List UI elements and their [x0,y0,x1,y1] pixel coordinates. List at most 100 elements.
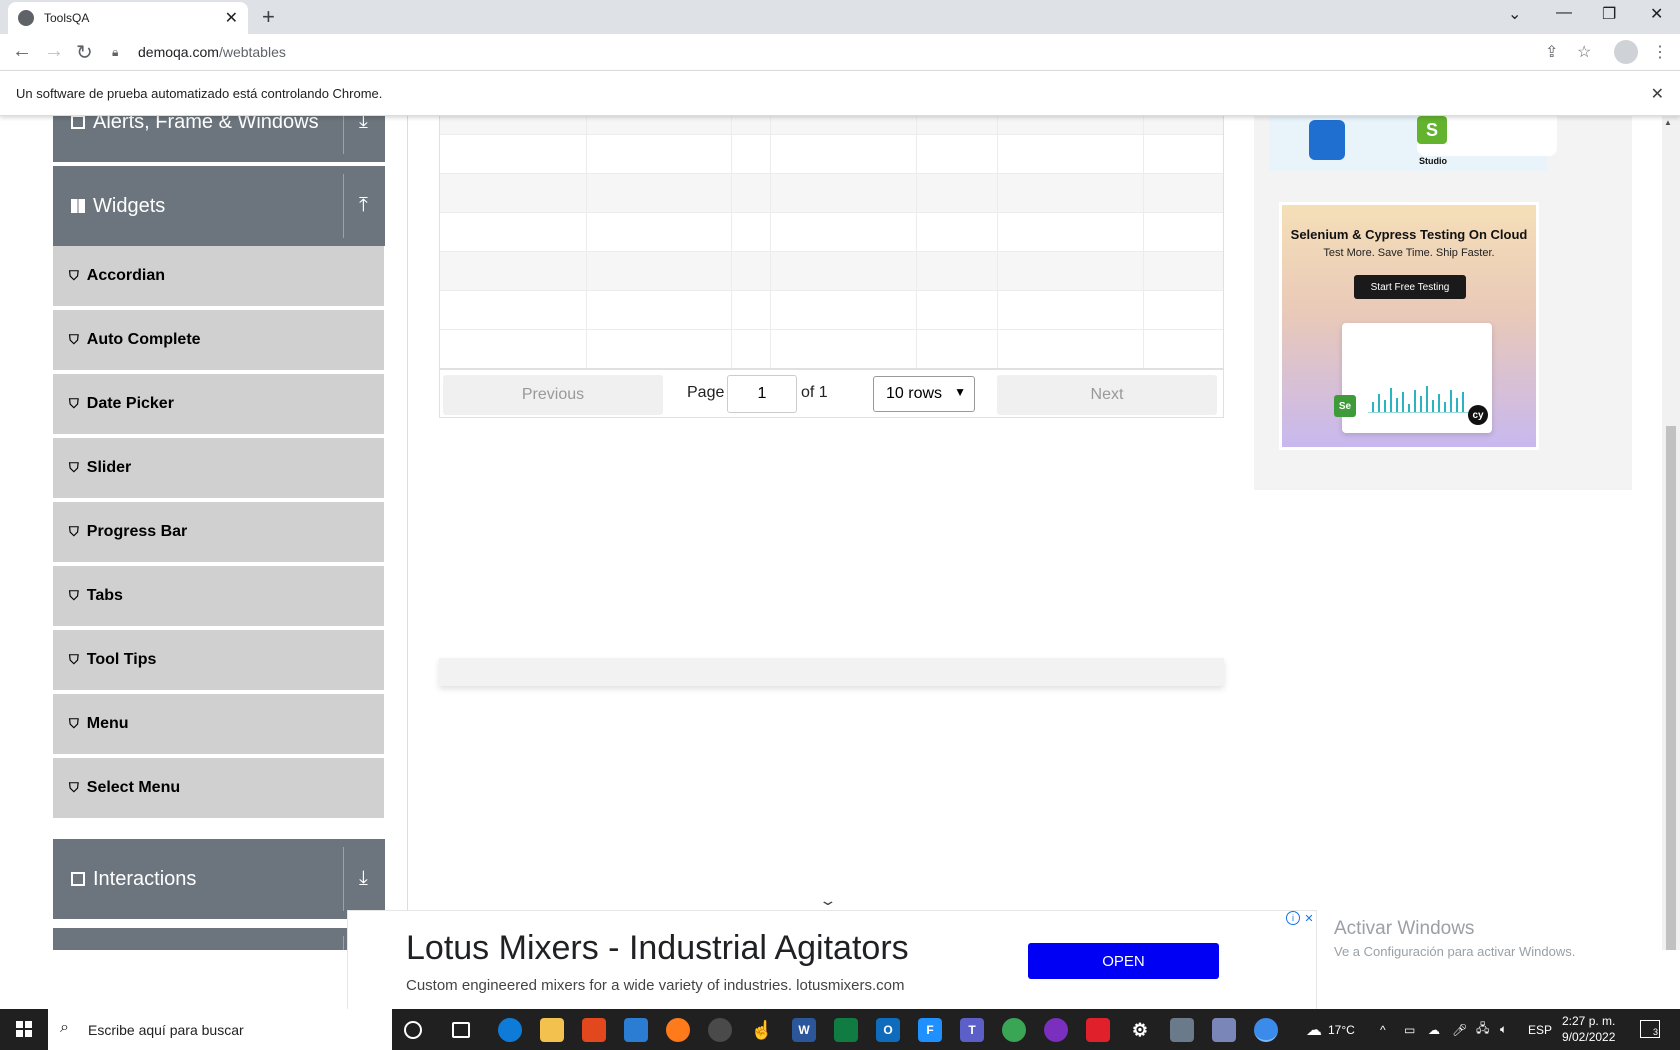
html5-icon: ⛉ [69,460,79,475]
page-total-label: of 1 [801,384,828,401]
cypress-logo: cy [1468,405,1488,425]
ad-open-button[interactable]: OPEN [1028,943,1219,979]
sidebar-item-progress-bar[interactable]: ⛉ Progress Bar [53,502,384,564]
profile-avatar[interactable] [1614,40,1638,64]
automation-infobar: Un software de prueba automatizado está … [0,70,1680,116]
forward-icon[interactable]: → [44,40,64,63]
sidebar-item-tabs[interactable]: ⛉ Tabs [53,566,384,628]
robot-illustration-icon [1309,120,1345,160]
group-label: Interactions [93,867,197,890]
chrome-canary-icon[interactable] [708,1018,732,1042]
weather-widget[interactable]: ☁ 17°C [1306,1009,1355,1050]
group-divider [343,174,344,238]
html5-icon: ⛉ [69,652,79,667]
sidebar-item-slider[interactable]: ⛉ Slider [53,438,384,500]
studio-ad-banner[interactable]: S Studio [1269,116,1557,171]
tray-expand-icon[interactable]: ^ [1380,1009,1386,1050]
cortana-icon[interactable] [404,1021,422,1039]
tab-close-icon[interactable]: ✕ [225,8,238,28]
infobar-close-icon[interactable]: ✕ [1651,84,1664,104]
language-indicator[interactable]: ESP [1528,1009,1552,1050]
office-icon[interactable] [582,1018,606,1042]
group-interactions[interactable]: Interactions ⤓ [53,839,385,919]
window-icon [71,116,85,129]
notifications-icon[interactable]: 3 [1640,1020,1660,1038]
previous-button[interactable]: Previous [443,375,663,415]
browser-tab[interactable]: ToolsQA ✕ [8,2,248,34]
task-view-icon[interactable] [452,1022,470,1038]
back-icon[interactable]: ← [12,40,32,63]
window-close-icon[interactable]: ✕ [1650,4,1663,24]
new-tab-icon[interactable]: + [262,4,275,30]
sidebar-item-select-menu[interactable]: ⛉ Select Menu [53,758,384,820]
taskbar-search[interactable]: ⌕ Escribe aquí para buscar [48,1009,392,1050]
network-icon[interactable]: 🖧 [1476,1009,1489,1050]
tray-usb-icon[interactable]: ▭ [1404,1009,1415,1050]
minimize-icon[interactable]: — [1556,4,1572,22]
ad-headline: Lotus Mixers - Industrial Agitators [406,929,909,967]
store-icon[interactable] [624,1018,648,1042]
weather-temp: 17°C [1328,1022,1355,1037]
start-free-testing-button[interactable]: Start Free Testing [1354,275,1466,299]
clock-date: 9/02/2022 [1562,1030,1616,1044]
automation-notice: Un software de prueba automatizado está … [16,85,383,101]
tab-search-icon[interactable]: ⌄ [1508,4,1521,24]
hand-cursor-icon[interactable]: ☝ [750,1018,774,1042]
group-divider [343,847,344,911]
taskbar-clock[interactable]: 2:27 p. m. 9/02/2022 [1562,1013,1615,1045]
content-divider [407,116,408,950]
teams-icon[interactable]: T [960,1018,984,1042]
bottom-ad-banner[interactable]: Lotus Mixers - Industrial Agitators Cust… [347,910,1317,1010]
sidebar-item-label: Menu [86,715,129,732]
microphone-icon[interactable]: 🎤︎ [1452,1009,1467,1050]
app-tray-icon[interactable] [1212,1018,1236,1042]
outlook-icon[interactable]: O [876,1018,900,1042]
ad-info-icon[interactable]: i [1286,911,1300,925]
upload-arrow-icon[interactable]: ⤒ [359,194,368,217]
volume-icon[interactable]: 🔈︎ [1500,1009,1507,1050]
media-icon[interactable] [834,1018,858,1042]
group-alerts-frame-windows[interactable]: Alerts, Frame & Windows ⤓ [53,116,385,162]
edge-icon[interactable] [498,1018,522,1042]
amd-icon[interactable] [1086,1018,1110,1042]
download-arrow-icon[interactable]: ⤓ [359,116,368,133]
group-widgets[interactable]: Widgets ⤒ [53,166,385,246]
sidebar-item-tool-tips[interactable]: ⛉ Tool Tips [53,630,384,692]
bookmark-star-icon[interactable]: ☆ [1577,42,1591,62]
reload-icon[interactable]: ↻ [76,40,93,65]
lambdatest-ad[interactable]: Selenium & Cypress Testing On Cloud Test… [1279,202,1539,450]
html5-icon: ⛉ [69,396,79,411]
share-icon[interactable]: ⇪ [1545,42,1558,62]
lock-icon[interactable]: 🔒︎ [112,45,128,60]
download-arrow-icon[interactable]: ⤓ [359,867,368,890]
sidebar-item-accordian[interactable]: ⛉ Accordian [53,246,384,308]
scroll-up-icon[interactable]: ▲ [1664,118,1672,127]
remote-desktop-icon[interactable] [1170,1018,1194,1042]
menu-kebab-icon[interactable]: ⋮ [1652,42,1668,62]
studio-caption: Studio [1419,156,1447,166]
page-number-input[interactable] [727,375,797,413]
ad-close-icon[interactable]: ✕ [1302,911,1316,925]
group-next-collapsed[interactable] [53,928,385,950]
windows-start-icon[interactable] [16,1021,32,1037]
sidebar-item-auto-complete[interactable]: ⛉ Auto Complete [53,310,384,372]
sidebar-item-menu[interactable]: ⛉ Menu [53,694,384,756]
settings-gear-icon[interactable]: ⚙ [1128,1018,1152,1042]
scrollbar-thumb[interactable] [1666,426,1676,950]
sidebar-item-date-picker[interactable]: ⛉ Date Picker [53,374,384,436]
rows-per-page-select[interactable]: 10 rows ▼ [873,376,975,412]
restore-icon[interactable]: ❐ [1602,4,1616,24]
next-button[interactable]: Next [997,375,1217,415]
podcast-icon[interactable] [1044,1018,1068,1042]
tray-cloud-icon[interactable]: ☁ [1428,1009,1440,1050]
group-label: Alerts, Frame & Windows [93,116,319,133]
firefox-icon[interactable] [666,1018,690,1042]
file-explorer-icon[interactable] [540,1018,564,1042]
f-app-icon[interactable]: F [918,1018,942,1042]
studio-logo: S [1417,116,1447,144]
globe-app-icon[interactable] [1002,1018,1026,1042]
chevron-down-icon[interactable]: ⌄ [818,892,837,909]
chrome-icon[interactable] [1254,1018,1278,1042]
word-icon[interactable]: W [792,1018,816,1042]
address-bar[interactable]: 🔒︎ demoqa.com/webtables [112,38,1592,66]
